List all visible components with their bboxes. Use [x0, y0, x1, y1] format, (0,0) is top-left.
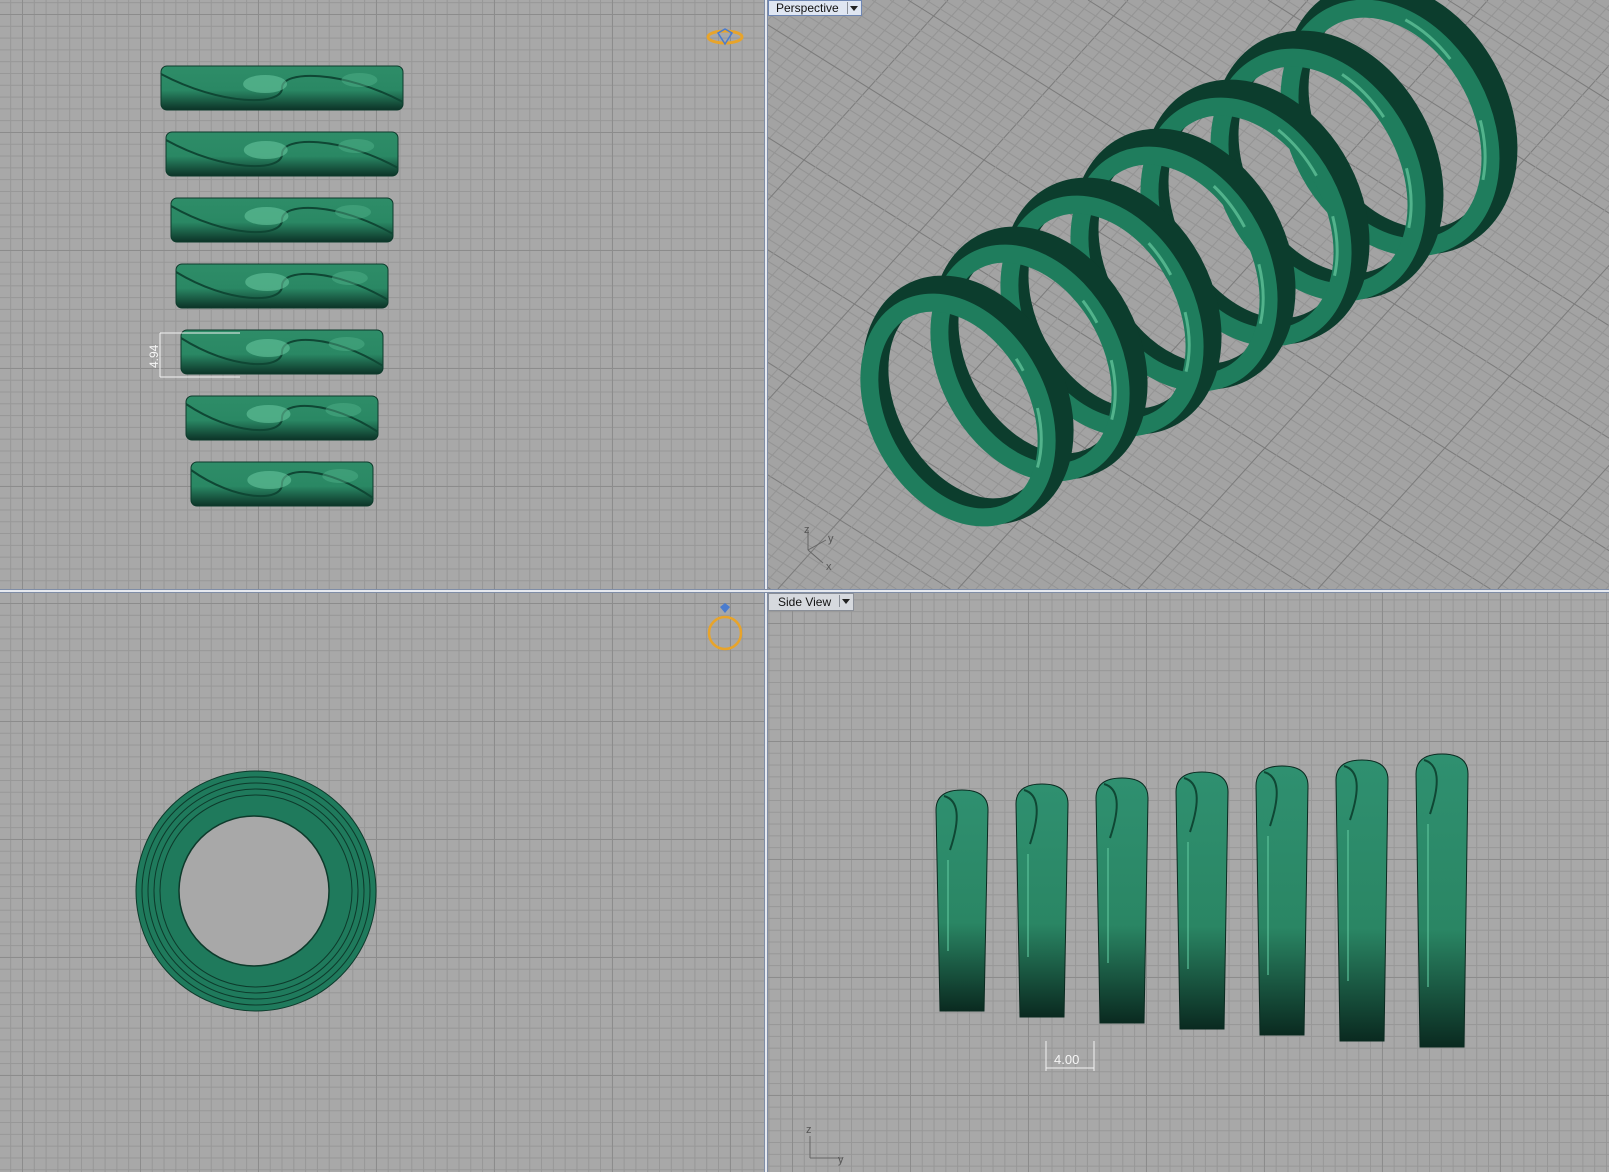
side-ring-3	[1095, 777, 1149, 1024]
front-view-canvas: 4.94	[147, 28, 744, 507]
viewport-divider-vertical[interactable]	[764, 0, 768, 1172]
viewport-front[interactable]: 4.94	[0, 0, 764, 589]
front-ring-7	[190, 461, 374, 507]
viewport-title-side[interactable]: Side View	[768, 593, 855, 611]
front-ring-1	[160, 65, 404, 111]
viewport-top[interactable]	[0, 593, 764, 1172]
axis-widget-side: z y	[806, 1124, 844, 1166]
top-view-canvas	[135, 603, 743, 1012]
svg-text:x: x	[826, 561, 832, 573]
front-ring-4	[175, 263, 389, 309]
front-ring-5	[180, 329, 384, 375]
viewport-side[interactable]: 4.00 z y Side View	[768, 593, 1609, 1172]
svg-text:z: z	[806, 1124, 812, 1136]
side-ring-7	[1415, 753, 1469, 1048]
side-ring-5	[1255, 765, 1309, 1036]
side-rings	[935, 753, 1469, 1048]
side-view-canvas: 4.00 z y	[806, 753, 1469, 1166]
front-ring-6	[185, 395, 379, 441]
side-ring-6	[1335, 759, 1389, 1042]
viewport-title-perspective[interactable]: Perspective	[768, 0, 862, 16]
front-ring-3	[170, 197, 394, 243]
ring-top-gizmo-icon[interactable]	[707, 603, 743, 651]
side-ring-4	[1175, 771, 1229, 1030]
viewport-title-label: Perspective	[776, 1, 839, 15]
dimension-label-side: 4.00	[1054, 1052, 1079, 1067]
dropdown-arrow-icon[interactable]	[846, 2, 859, 14]
dropdown-arrow-icon[interactable]	[839, 595, 851, 607]
front-rings	[160, 65, 404, 507]
svg-text:y: y	[838, 1154, 844, 1166]
viewport-divider-horizontal[interactable]	[0, 589, 1609, 593]
side-ring-2	[1015, 783, 1069, 1018]
viewport-perspective[interactable]: z y x Perspective	[768, 0, 1609, 589]
dimension-4-00: 4.00	[1045, 1041, 1095, 1071]
dimension-label-front: 4.94	[147, 344, 161, 368]
top-ring	[135, 770, 377, 1012]
svg-text:y: y	[828, 533, 834, 545]
perspective-canvas: z y x	[768, 0, 1609, 589]
viewport-title-label: Side View	[778, 595, 832, 609]
front-ring-2	[165, 131, 399, 177]
ring-gizmo-icon[interactable]	[706, 28, 744, 46]
side-ring-1	[935, 789, 989, 1012]
svg-text:z: z	[804, 524, 810, 536]
